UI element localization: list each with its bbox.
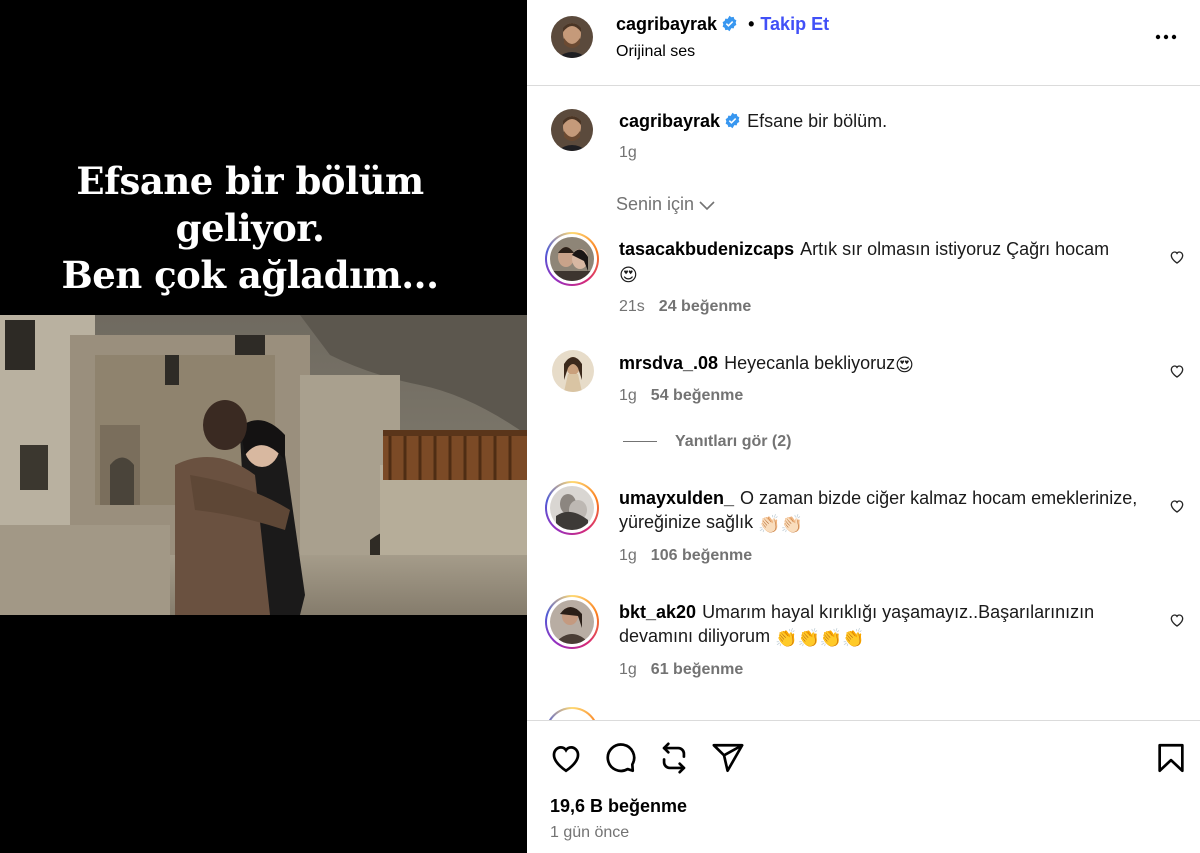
comment-meta: 1g 61 beğenme	[619, 661, 743, 679]
comment-heart-icon[interactable]	[1169, 612, 1185, 628]
comment-time: 1g	[619, 387, 637, 404]
comment-likes[interactable]: 54 beğenme	[651, 387, 743, 404]
comment-meta: 1g 106 beğenme	[619, 547, 752, 565]
comment-time: 21s	[619, 298, 645, 315]
caption-text-line: cagribayrak Efsane bir bölüm.	[619, 109, 1159, 133]
header-separator: •	[748, 14, 755, 34]
caption-text: Efsane bir bölüm.	[747, 111, 888, 131]
verified-badge-icon	[722, 15, 737, 32]
author-avatar[interactable]	[551, 16, 593, 58]
author-username[interactable]: cagribayrak	[616, 14, 717, 34]
comment-emoji: 👏👏👏👏	[775, 628, 865, 648]
view-replies-button[interactable]: Yanıtları gör (2)	[623, 433, 791, 451]
comment-time: 1g	[619, 547, 637, 564]
view-replies-label: Yanıtları gör (2)	[675, 433, 792, 450]
comment-likes[interactable]: 106 beğenme	[651, 547, 752, 564]
comment-filter-label: Senin için	[616, 194, 695, 214]
comment-heart-icon[interactable]	[1169, 498, 1185, 514]
share-send-icon[interactable]	[711, 741, 745, 775]
comment-time: 1g	[619, 661, 637, 678]
comment-text-block: bkt_ak20 Umarım hayal kırıklığı yaşamayız…	[619, 600, 1159, 650]
comment-emoji: 😍	[895, 355, 914, 375]
comment-username[interactable]: tasacakbudenizcaps	[619, 239, 794, 259]
commenter-avatar	[550, 237, 594, 281]
commenter-avatar	[550, 486, 594, 530]
commenter-avatar[interactable]	[552, 350, 594, 392]
more-options-icon[interactable]	[1154, 29, 1178, 45]
comment-text-block: umayxulden_ O zaman bizde ciğer kalmaz ho…	[619, 486, 1159, 536]
overlay-line-3: Ben çok ağladım...	[61, 253, 439, 297]
verified-badge-icon	[725, 112, 740, 129]
caption-username[interactable]: cagribayrak	[619, 111, 720, 131]
media-overlay-text: Efsane bir bölüm geliyor. Ben çok ağladı…	[0, 158, 500, 299]
chevron-down-icon	[699, 201, 715, 211]
comment-heart-icon[interactable]	[1169, 249, 1185, 265]
story-ring[interactable]	[545, 595, 599, 649]
post-time-ago: 1 gün önce	[550, 824, 630, 841]
comment-filter-dropdown[interactable]: Senin için	[616, 194, 716, 215]
original-audio-link[interactable]: Orijinal ses	[616, 43, 695, 61]
caption-avatar[interactable]	[551, 109, 593, 151]
total-likes[interactable]: 19,6 B beğenme	[550, 796, 687, 817]
comment-bubble-icon[interactable]	[603, 741, 637, 775]
post-header: cagribayrak • Takip Et Orijinal ses	[527, 0, 1200, 86]
comment-text: Artık sır olmasın istiyoruz Çağrı hocam	[800, 239, 1110, 259]
story-ring[interactable]	[545, 707, 599, 720]
comment-meta: 1g 54 beğenme	[619, 387, 743, 405]
story-ring[interactable]	[545, 232, 599, 286]
comment-username[interactable]: umayxulden_	[619, 488, 734, 508]
overlay-line-2: geliyor.	[175, 206, 325, 250]
follow-button[interactable]: Takip Et	[760, 14, 829, 34]
post-panel: cagribayrak • Takip Et Orijinal ses cagrib…	[527, 0, 1200, 853]
comment-text-block: mrsdva_.08 Heyecanla bekliyoruz😍	[619, 351, 1159, 377]
replies-divider	[623, 441, 657, 443]
video-frame-image	[0, 315, 527, 615]
overlay-line-1: Efsane bir bölüm	[76, 159, 424, 203]
comment-text: Heyecanla bekliyoruz	[724, 353, 896, 373]
repost-icon[interactable]	[657, 741, 691, 775]
post-media[interactable]: Efsane bir bölüm geliyor. Ben çok ağladı…	[0, 0, 527, 853]
comment-emoji: 😍	[619, 265, 638, 285]
comment-emoji: 👏🏻👏🏻	[758, 514, 803, 534]
caption-time: 1g	[619, 144, 637, 161]
story-ring[interactable]	[545, 481, 599, 535]
comment-likes[interactable]: 24 beğenme	[659, 298, 751, 315]
comments-scroll-area[interactable]: cagribayrak Efsane bir bölüm. 1g Senin iç…	[527, 87, 1200, 720]
comment-likes[interactable]: 61 beğenme	[651, 661, 743, 678]
post-actions-bar: 19,6 B beğenme 1 gün önce	[527, 720, 1200, 853]
header-user-line: cagribayrak • Takip Et	[616, 14, 829, 35]
like-heart-icon[interactable]	[549, 741, 583, 775]
comment-username[interactable]: mrsdva_.08	[619, 353, 718, 373]
commenter-avatar	[550, 600, 594, 644]
comment-text-block: tasacakbudenizcaps Artık sır olmasın isti…	[619, 237, 1159, 287]
comment-heart-icon[interactable]	[1169, 363, 1185, 379]
save-bookmark-icon[interactable]	[1154, 741, 1188, 775]
comment-meta: 21s 24 beğenme	[619, 298, 751, 316]
comment-username[interactable]: bkt_ak20	[619, 602, 696, 622]
